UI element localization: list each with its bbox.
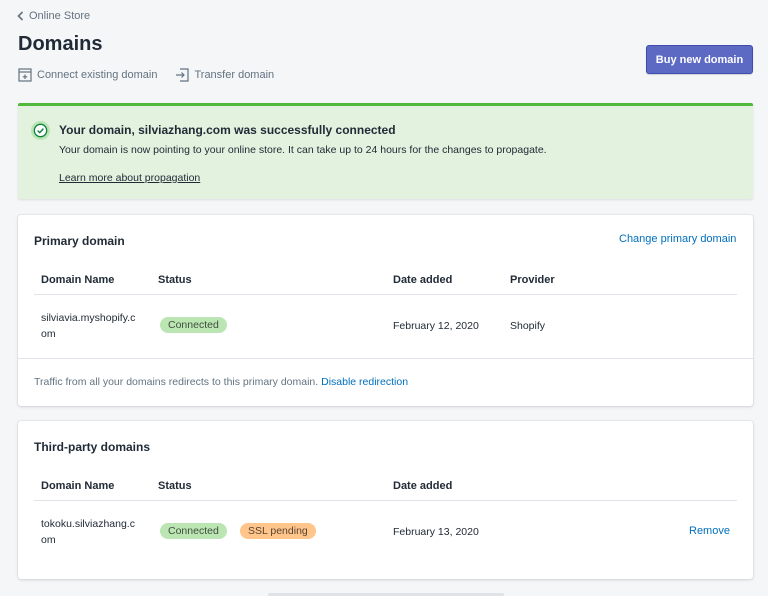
column-header-status: Status	[158, 480, 192, 492]
date-added-cell: February 13, 2020	[393, 526, 479, 538]
column-header-domain-name: Domain Name	[41, 274, 115, 286]
status-badge: Connected	[160, 317, 227, 333]
domain-name-line: tokoku.silviazhang.c	[41, 518, 135, 530]
divider	[18, 358, 753, 359]
remove-domain-link[interactable]: Remove	[689, 525, 730, 537]
third-party-domains-title: Third-party domains	[34, 440, 151, 454]
column-header-provider: Provider	[510, 274, 555, 286]
breadcrumb-label: Online Store	[29, 10, 91, 22]
domain-name-cell: tokoku.silviazhang.c om	[41, 516, 135, 548]
checkmark-circle-icon	[31, 121, 50, 140]
column-header-domain-name: Domain Name	[41, 480, 115, 492]
primary-domain-card: Primary domain Change primary domain Dom…	[18, 215, 753, 406]
banner-title: Your domain, silviazhang.com was success…	[59, 123, 396, 137]
ssl-status-badge: SSL pending	[240, 523, 316, 539]
disable-redirection-link[interactable]: Disable redirection	[321, 376, 408, 388]
provider-cell: Shopify	[510, 320, 546, 332]
status-badge: Connected	[160, 523, 227, 539]
date-added-cell: February 12, 2020	[393, 320, 479, 332]
transfer-domain-action[interactable]: Transfer domain	[175, 68, 274, 82]
column-header-date-added: Date added	[393, 274, 453, 286]
redirect-footer: Traffic from all your domains redirects …	[34, 376, 408, 388]
domain-name-cell: silviavia.myshopify.c om	[41, 310, 135, 342]
connect-existing-domain-label: Connect existing domain	[37, 69, 158, 81]
buy-new-domain-button[interactable]: Buy new domain	[646, 45, 753, 74]
learn-more-propagation-link[interactable]: Learn more about propagation	[59, 172, 200, 184]
transfer-domain-icon	[176, 68, 190, 82]
transfer-domain-label: Transfer domain	[194, 69, 275, 81]
change-primary-domain-link[interactable]: Change primary domain	[619, 233, 736, 245]
divider	[34, 500, 737, 501]
column-header-date-added: Date added	[393, 480, 453, 492]
secondary-actions: Connect existing domain Transfer domain	[18, 68, 274, 82]
domain-name-line: om	[41, 328, 56, 340]
chevron-left-icon	[17, 11, 24, 21]
success-banner: Your domain, silviazhang.com was success…	[18, 103, 753, 199]
page-title: Domains	[18, 33, 103, 55]
connect-existing-domain-action[interactable]: Connect existing domain	[18, 68, 157, 82]
redirect-footer-text: Traffic from all your domains redirects …	[34, 376, 319, 388]
domain-name-line: om	[41, 534, 56, 546]
divider	[34, 294, 737, 295]
third-party-domains-card: Third-party domains Domain Name Status D…	[18, 421, 753, 579]
banner-text: Your domain is now pointing to your onli…	[59, 144, 547, 156]
column-header-status: Status	[158, 274, 192, 286]
primary-domain-title: Primary domain	[34, 234, 125, 248]
domain-name-line: silviavia.myshopify.c	[41, 312, 136, 324]
breadcrumb[interactable]: Online Store	[16, 10, 90, 22]
connect-domain-icon	[18, 68, 32, 82]
